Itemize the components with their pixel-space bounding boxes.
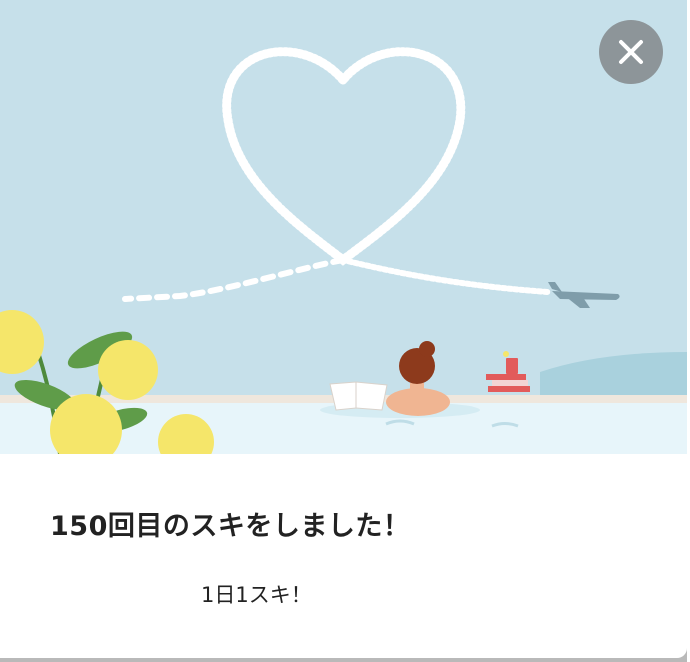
like-celebration-modal: 150回目のスキをしました！ 1日1スキ！ bbox=[0, 0, 687, 658]
celebration-illustration bbox=[0, 0, 687, 454]
close-button[interactable] bbox=[599, 20, 663, 84]
open-book bbox=[329, 381, 388, 411]
close-icon bbox=[619, 40, 643, 64]
modal-title: 150回目のスキをしました！ bbox=[50, 511, 411, 542]
modal-subtitle: 1日1スキ！ bbox=[201, 583, 312, 607]
